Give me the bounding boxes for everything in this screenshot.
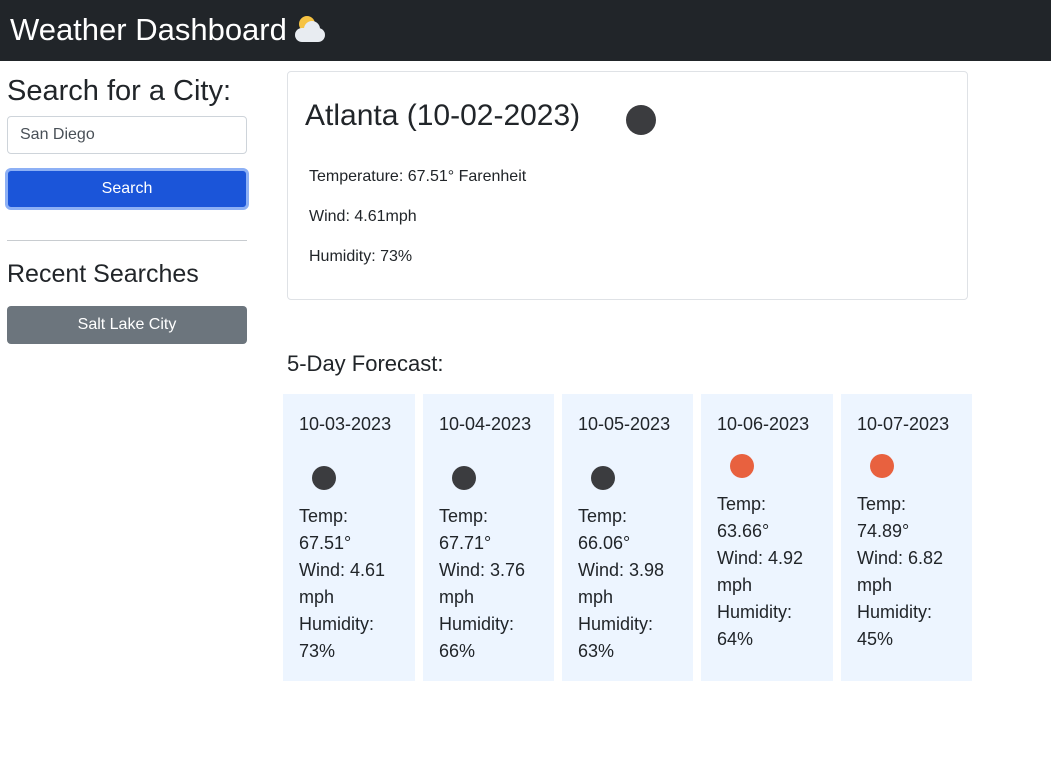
forecast-temp-label: Temp: — [578, 506, 628, 526]
forecast-date: 10-05-2023 — [578, 414, 671, 434]
forecast-temp: 67.51° — [299, 533, 352, 553]
forecast-humidity-label: Humidity: — [857, 602, 933, 622]
forecast-details: Temp: 67.51° Wind: 4.61 mph Humidity: 73… — [299, 503, 409, 665]
forecast-wind-unit: mph — [439, 587, 475, 607]
forecast-humidity-label: Humidity: — [439, 614, 515, 634]
header-bar: Weather Dashboard — [0, 0, 1051, 61]
forecast-humidity: 66% — [439, 641, 476, 661]
forecast-card: 10-07-2023 Temp: 74.89° Wind: 6.82 mph H… — [841, 394, 972, 681]
forecast-temp-label: Temp: — [439, 506, 489, 526]
current-city-date: Atlanta (10-02-2023) — [305, 99, 581, 132]
current-wind: Wind: 4.61mph — [309, 208, 417, 225]
forecast-date: 10-07-2023 — [857, 414, 950, 434]
forecast-humidity: 64% — [717, 629, 754, 649]
forecast-date: 10-04-2023 — [439, 414, 532, 434]
weather-icon — [591, 466, 615, 490]
forecast-card: 10-03-2023 Temp: 67.51° Wind: 4.61 mph H… — [283, 394, 415, 681]
forecast-humidity-label: Humidity: — [299, 614, 375, 634]
forecast-humidity-label: Humidity: — [578, 614, 654, 634]
forecast-date: 10-06-2023 — [717, 414, 810, 434]
forecast-humidity: 63% — [578, 641, 615, 661]
current-humidity: Humidity: 73% — [309, 248, 413, 265]
weather-icon — [312, 466, 336, 490]
forecast-details: Temp: 66.06° Wind: 3.98 mph Humidity: 63… — [578, 503, 688, 665]
forecast-details: Temp: 74.89° Wind: 6.82 mph Humidity: 45… — [857, 491, 967, 653]
forecast-temp-label: Temp: — [717, 494, 767, 514]
forecast-card: 10-05-2023 Temp: 66.06° Wind: 3.98 mph H… — [562, 394, 693, 681]
forecast-temp-label: Temp: — [299, 506, 349, 526]
current-temperature: Temperature: 67.51° Farenheit — [309, 168, 527, 185]
forecast-temp: 67.71° — [439, 533, 492, 553]
forecast-humidity-label: Humidity: — [717, 602, 793, 622]
forecast-wind-unit: mph — [857, 575, 893, 595]
weather-icon — [452, 466, 476, 490]
weather-icon — [626, 105, 656, 135]
recent-searches-heading: Recent Searches — [7, 260, 199, 288]
forecast-date: 10-03-2023 — [299, 414, 392, 434]
weather-icon — [730, 454, 754, 478]
forecast-humidity: 45% — [857, 629, 894, 649]
app-title: Weather Dashboard — [10, 10, 327, 50]
forecast-wind-unit: mph — [578, 587, 614, 607]
forecast-temp: 66.06° — [578, 533, 631, 553]
forecast-wind: Wind: 3.98 — [578, 560, 665, 580]
forecast-card: 10-06-2023 Temp: 63.66° Wind: 4.92 mph H… — [701, 394, 833, 681]
forecast-temp: 74.89° — [857, 521, 910, 541]
forecast-details: Temp: 67.71° Wind: 3.76 mph Humidity: 66… — [439, 503, 549, 665]
sun-behind-cloud-icon — [293, 14, 327, 44]
forecast-wind: Wind: 4.92 — [717, 548, 804, 568]
search-heading: Search for a City: — [7, 75, 232, 107]
forecast-temp-label: Temp: — [857, 494, 907, 514]
forecast-wind: Wind: 4.61 — [299, 560, 386, 580]
recent-search-button[interactable]: Salt Lake City — [7, 306, 247, 344]
forecast-wind-unit: mph — [299, 587, 335, 607]
forecast-wind: Wind: 6.82 — [857, 548, 944, 568]
forecast-humidity: 73% — [299, 641, 336, 661]
forecast-temp: 63.66° — [717, 521, 770, 541]
forecast-card: 10-04-2023 Temp: 67.71° Wind: 3.76 mph H… — [423, 394, 554, 681]
forecast-wind-unit: mph — [717, 575, 753, 595]
app-title-text: Weather Dashboard — [10, 12, 287, 47]
forecast-details: Temp: 63.66° Wind: 4.92 mph Humidity: 64… — [717, 491, 827, 653]
forecast-wind: Wind: 3.76 — [439, 560, 526, 580]
forecast-heading: 5-Day Forecast: — [287, 351, 444, 376]
search-button[interactable]: Search — [5, 168, 249, 210]
weather-icon — [870, 454, 894, 478]
city-search-input[interactable] — [7, 116, 247, 154]
sidebar-divider — [7, 240, 247, 241]
current-weather-card: Atlanta (10-02-2023) Temperature: 67.51°… — [287, 71, 968, 300]
